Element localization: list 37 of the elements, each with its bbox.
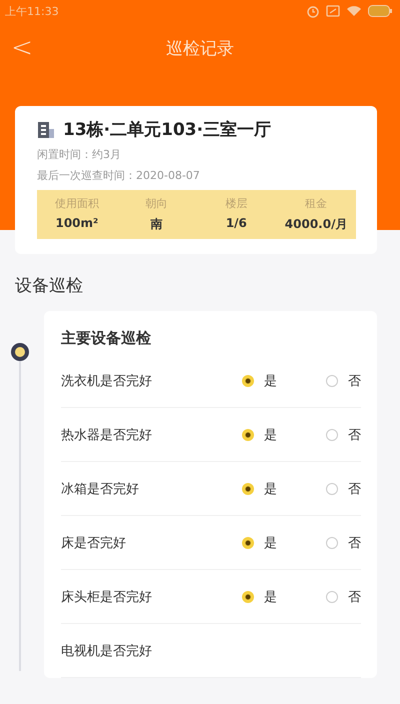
status-time: 上午11:33 <box>5 4 59 18</box>
check-item-label: 电视机是否完好 <box>61 642 153 660</box>
property-info: 最后一次巡查时间：2020-08-07 <box>37 168 201 183</box>
stat-value: 4000.0/月 <box>284 216 348 233</box>
radio-option[interactable]: 是 <box>242 426 326 444</box>
radio-option[interactable]: 否 <box>326 480 361 498</box>
building-icon <box>37 120 55 138</box>
radio-option[interactable]: 是 <box>242 372 326 390</box>
section-title: 设备巡检 <box>14 275 84 298</box>
check-item-label: 热水器是否完好 <box>61 426 153 444</box>
checklist-title: 主要设备巡检 <box>61 329 152 348</box>
radio-option[interactable]: 否 <box>326 534 361 552</box>
stat-value: 100m² <box>54 216 100 230</box>
stat-value: 南 <box>150 216 164 233</box>
stat-label: 使用面积 <box>54 196 100 211</box>
timeline-dot <box>11 343 29 361</box>
radio-option[interactable]: 是 <box>242 534 326 552</box>
check-item-label: 床头柜是否完好 <box>61 588 153 606</box>
stat-label: 朝向 <box>144 196 169 211</box>
check-item-label: 冰箱是否完好 <box>61 480 140 498</box>
stat-label: 楼层 <box>224 196 248 211</box>
radio-option[interactable]: 是 <box>242 480 326 498</box>
radio-option[interactable]: 否 <box>326 372 361 390</box>
check-item-label: 床是否完好 <box>61 534 127 552</box>
page-title: 巡检记录 <box>165 38 235 60</box>
radio-option[interactable]: 是 <box>242 588 326 606</box>
radio-option[interactable]: 否 <box>326 426 361 444</box>
check-item-label: 洗衣机是否完好 <box>61 372 153 390</box>
property-info: 闲置时间：约3月 <box>37 147 122 162</box>
sim-icon <box>326 5 340 17</box>
radio-option[interactable]: 否 <box>326 588 361 606</box>
alarm-icon <box>306 4 320 18</box>
stat-label: 租金 <box>304 196 328 211</box>
wifi-icon <box>346 5 362 17</box>
stat-value: 1/6 <box>224 216 248 230</box>
battery-icon <box>368 5 392 17</box>
property-title: 13栋·二单元103·三室一厅 <box>63 119 272 141</box>
